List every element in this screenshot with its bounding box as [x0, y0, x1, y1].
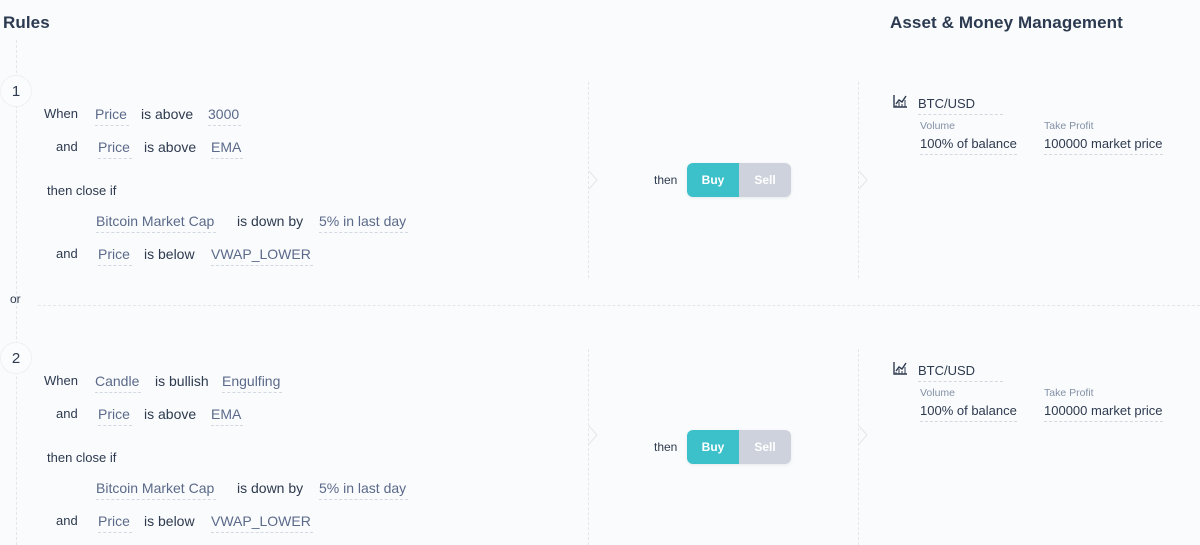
- close-operator[interactable]: is below: [144, 513, 195, 529]
- condition-value[interactable]: Engulfing: [222, 373, 283, 393]
- condition-operator[interactable]: is above: [141, 106, 193, 122]
- buy-button[interactable]: Buy: [687, 163, 739, 197]
- close-value[interactable]: 5% in last day: [319, 480, 409, 500]
- or-divider: [38, 305, 1200, 306]
- condition-value[interactable]: 3000: [208, 106, 242, 126]
- close-indicator[interactable]: Price: [98, 513, 132, 533]
- condition-indicator[interactable]: Price: [98, 406, 132, 426]
- condition-operator[interactable]: is above: [144, 406, 196, 422]
- section-divider: [588, 349, 589, 545]
- or-label: or: [10, 292, 21, 306]
- close-operator[interactable]: is down by: [237, 213, 303, 229]
- chevron-right-icon: [858, 170, 868, 190]
- close-value[interactable]: VWAP_LOWER: [211, 246, 313, 266]
- rule-number-badge: 1: [0, 75, 32, 107]
- close-indicator[interactable]: Bitcoin Market Cap: [96, 480, 217, 500]
- volume-value[interactable]: 100% of balance: [920, 136, 1017, 155]
- close-indicator[interactable]: Bitcoin Market Cap: [96, 213, 217, 233]
- rules-title: Rules: [3, 13, 50, 32]
- then-label: then: [654, 173, 678, 187]
- chevron-right-icon: [588, 170, 598, 190]
- asset-pair[interactable]: BTC/USD: [918, 363, 1004, 382]
- and-connector: and: [56, 513, 78, 528]
- chevron-right-icon: [588, 425, 598, 445]
- condition-operator[interactable]: is above: [144, 139, 196, 155]
- chart-icon: [893, 362, 907, 375]
- chevron-right-icon: [858, 425, 868, 445]
- buy-sell-toggle: Buy Sell: [687, 163, 791, 197]
- buy-sell-toggle: Buy Sell: [687, 430, 791, 464]
- take-profit-value[interactable]: 100000 market price: [1044, 403, 1163, 422]
- then-label: then: [654, 440, 678, 454]
- buy-button[interactable]: Buy: [687, 430, 739, 464]
- volume-label: Volume: [920, 120, 956, 132]
- take-profit-label: Take Profit: [1044, 120, 1094, 132]
- when-label: When: [44, 106, 78, 121]
- condition-indicator[interactable]: Candle: [95, 373, 142, 393]
- when-label: When: [44, 373, 78, 388]
- chart-icon: [893, 95, 907, 108]
- and-connector: and: [56, 406, 78, 421]
- rule-number-badge: 2: [0, 342, 32, 374]
- then-close-if-label: then close if: [47, 450, 117, 465]
- close-operator[interactable]: is below: [144, 246, 195, 262]
- then-close-if-label: then close if: [47, 183, 117, 198]
- asset-management-title: Asset & Money Management: [890, 13, 1123, 32]
- sell-button[interactable]: Sell: [739, 430, 791, 464]
- take-profit-label: Take Profit: [1044, 387, 1094, 399]
- close-value[interactable]: VWAP_LOWER: [211, 513, 313, 533]
- close-indicator[interactable]: Price: [98, 246, 132, 266]
- condition-value[interactable]: EMA: [211, 406, 244, 426]
- close-operator[interactable]: is down by: [237, 480, 303, 496]
- and-connector: and: [56, 139, 78, 154]
- take-profit-value[interactable]: 100000 market price: [1044, 136, 1163, 155]
- sell-button[interactable]: Sell: [739, 163, 791, 197]
- volume-value[interactable]: 100% of balance: [920, 403, 1017, 422]
- close-value[interactable]: 5% in last day: [319, 213, 409, 233]
- condition-value[interactable]: EMA: [211, 139, 244, 159]
- volume-label: Volume: [920, 387, 956, 399]
- condition-indicator[interactable]: Price: [98, 139, 132, 159]
- section-divider: [858, 349, 859, 545]
- asset-pair[interactable]: BTC/USD: [918, 96, 1004, 115]
- condition-indicator[interactable]: Price: [95, 106, 129, 126]
- condition-operator[interactable]: is bullish: [155, 373, 209, 389]
- and-connector: and: [56, 246, 78, 261]
